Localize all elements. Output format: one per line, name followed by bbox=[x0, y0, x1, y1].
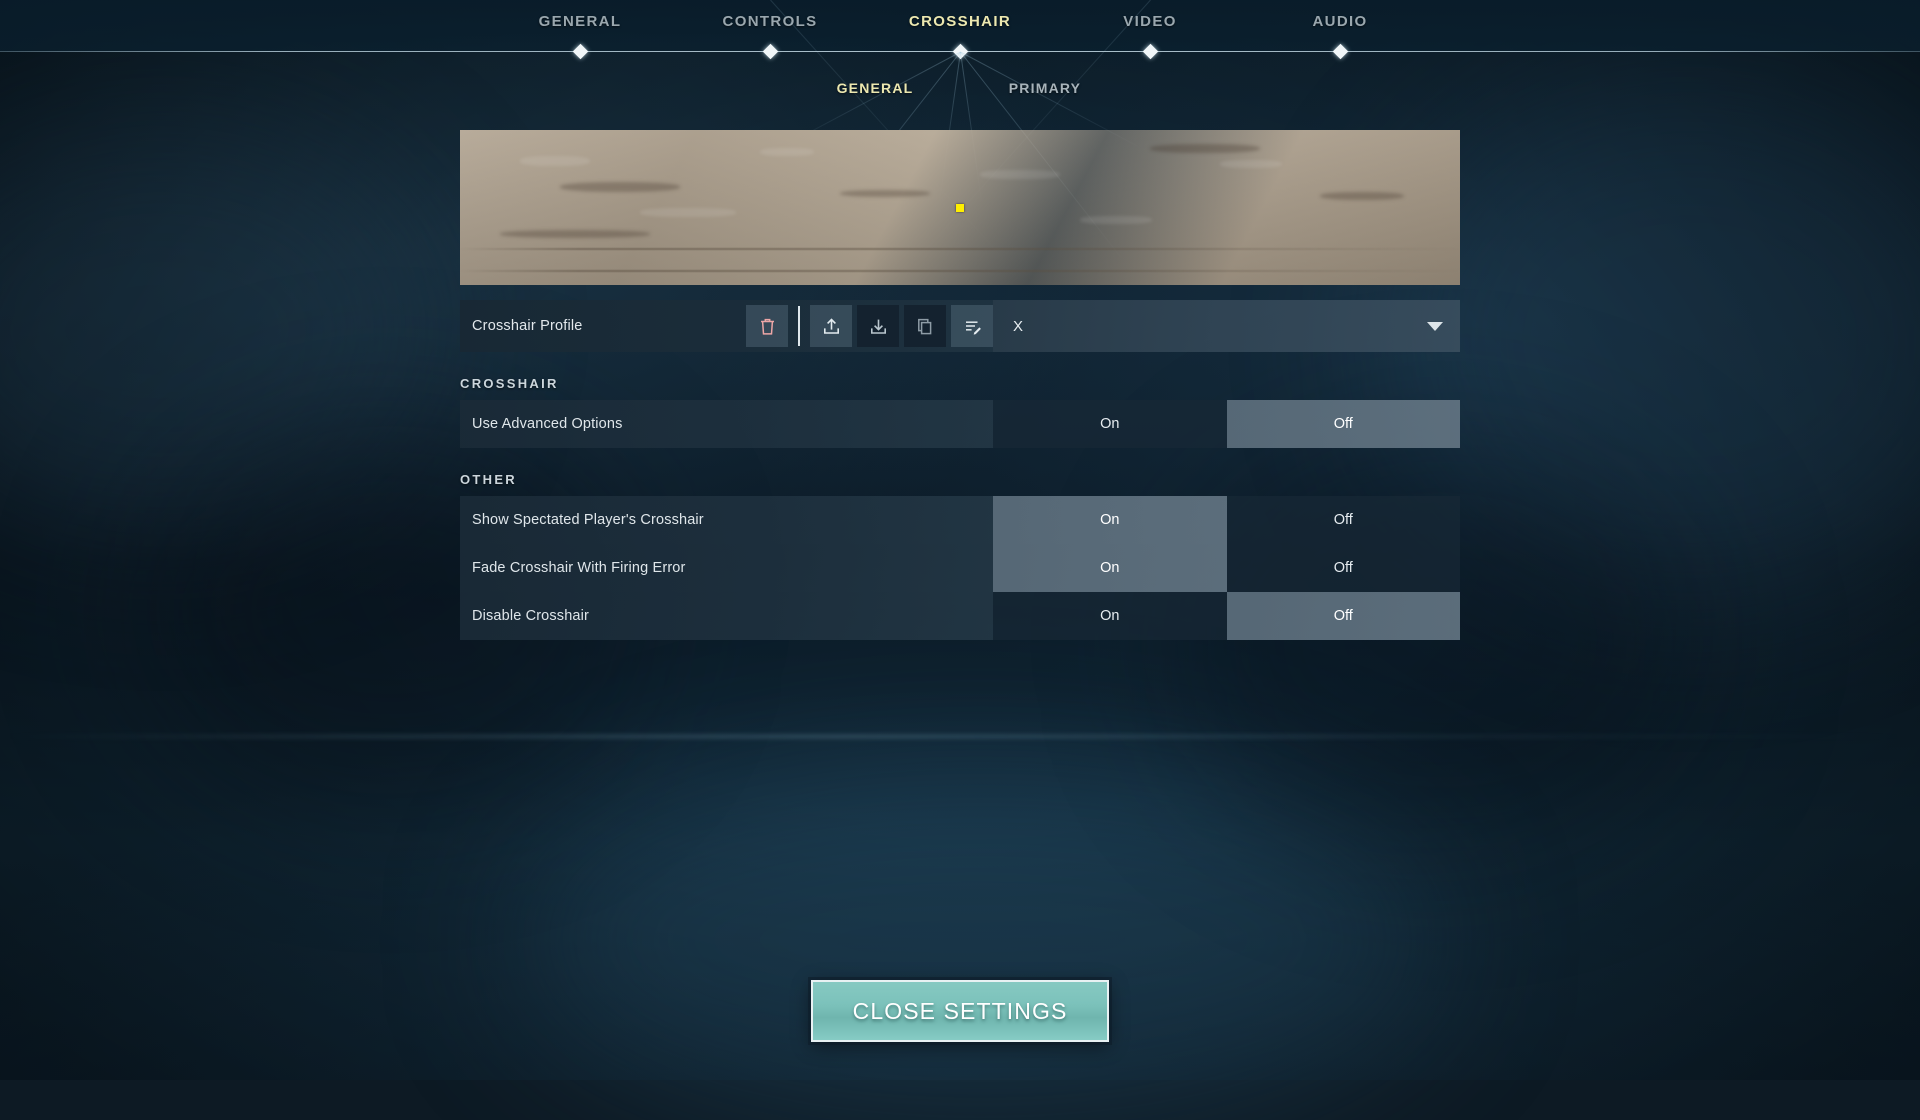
crosshair-profile-row: Crosshair Profile bbox=[460, 300, 1460, 352]
wall-texture-chip bbox=[760, 148, 814, 156]
crosshair-profile-select[interactable]: X bbox=[993, 300, 1460, 352]
tab-video[interactable]: VIDEO bbox=[1055, 13, 1245, 30]
setting-row: Use Advanced OptionsOnOff bbox=[460, 400, 1460, 448]
download-icon bbox=[869, 317, 888, 336]
bg-glow-right bbox=[1380, 80, 1920, 600]
setting-label: Use Advanced Options bbox=[460, 400, 993, 448]
chevron-down-icon bbox=[1427, 322, 1443, 331]
wall-texture-chip bbox=[520, 156, 590, 166]
section-header-other: OTHER bbox=[460, 472, 1460, 487]
wall-shadow-chip bbox=[560, 182, 680, 192]
wall-texture-chip bbox=[1220, 160, 1282, 168]
profile-selected-value: X bbox=[1013, 318, 1023, 335]
toggle-option-on[interactable]: On bbox=[993, 592, 1227, 640]
setting-row: Fade Crosshair With Firing ErrorOnOff bbox=[460, 544, 1460, 592]
main-tab-list: GENERALCONTROLSCROSSHAIRVIDEOAUDIO bbox=[0, 13, 1920, 30]
toggle-option-off[interactable]: Off bbox=[1227, 544, 1461, 592]
wall-seam bbox=[460, 248, 1460, 250]
tab-audio[interactable]: AUDIO bbox=[1245, 13, 1435, 30]
toggle-option-on[interactable]: On bbox=[993, 400, 1227, 448]
upload-profile-button[interactable] bbox=[810, 305, 852, 347]
setting-label: Show Spectated Player's Crosshair bbox=[460, 496, 993, 544]
profile-icon-toolbar bbox=[746, 300, 993, 352]
upload-icon bbox=[822, 317, 841, 336]
crosshair-dot bbox=[956, 204, 964, 212]
setting-row: Show Spectated Player's CrosshairOnOff bbox=[460, 496, 1460, 544]
subtab-general[interactable]: GENERAL bbox=[790, 80, 960, 96]
rename-icon bbox=[963, 317, 982, 336]
toggle-option-on[interactable]: On bbox=[993, 496, 1227, 544]
delete-icon bbox=[759, 317, 776, 336]
settings-content: Crosshair Profile bbox=[460, 130, 1460, 640]
sub-tab-list: GENERALPRIMARY bbox=[0, 80, 1920, 96]
bg-glow-bottom bbox=[520, 760, 1440, 1120]
close-settings-button[interactable]: CLOSE SETTINGS bbox=[811, 980, 1109, 1042]
copy-profile-button[interactable] bbox=[904, 305, 946, 347]
subtab-primary[interactable]: PRIMARY bbox=[960, 80, 1130, 96]
wall-shadow-chip bbox=[840, 190, 930, 197]
toggle-option-off[interactable]: Off bbox=[1227, 400, 1461, 448]
profile-label: Crosshair Profile bbox=[472, 318, 583, 334]
wall-texture-chip bbox=[1080, 216, 1152, 224]
rename-profile-button[interactable] bbox=[951, 305, 993, 347]
setting-label: Disable Crosshair bbox=[460, 592, 993, 640]
wall-texture-chip bbox=[980, 170, 1060, 179]
wall-texture-chip bbox=[640, 208, 736, 217]
wall-shadow-chip bbox=[1320, 192, 1404, 200]
crosshair-preview bbox=[460, 130, 1460, 285]
copy-icon bbox=[916, 317, 935, 336]
wall-shadow-chip bbox=[500, 230, 650, 238]
bg-glow-left bbox=[0, 120, 440, 540]
wall-shadow-chip bbox=[1150, 144, 1260, 153]
section-header-crosshair: CROSSHAIR bbox=[460, 376, 1460, 391]
toggle-option-on[interactable]: On bbox=[993, 544, 1227, 592]
tab-general[interactable]: GENERAL bbox=[485, 13, 675, 30]
download-profile-button[interactable] bbox=[857, 305, 899, 347]
wall-seam bbox=[460, 270, 1460, 272]
close-settings-label: CLOSE SETTINGS bbox=[853, 998, 1068, 1025]
setting-row: Disable CrosshairOnOff bbox=[460, 592, 1460, 640]
tab-controls[interactable]: CONTROLS bbox=[675, 13, 865, 30]
toggle-option-off[interactable]: Off bbox=[1227, 496, 1461, 544]
delete-profile-button[interactable] bbox=[746, 305, 788, 347]
setting-label: Fade Crosshair With Firing Error bbox=[460, 544, 993, 592]
toggle-option-off[interactable]: Off bbox=[1227, 592, 1461, 640]
footer-bar: CLOSE SETTINGS bbox=[0, 980, 1920, 1042]
profile-label-panel: Crosshair Profile bbox=[460, 300, 993, 352]
toolbar-divider bbox=[798, 306, 800, 346]
bg-horizon-line bbox=[0, 735, 1920, 738]
tab-crosshair[interactable]: CROSSHAIR bbox=[865, 13, 1055, 30]
settings-sections: CROSSHAIRUse Advanced OptionsOnOffOTHERS… bbox=[460, 376, 1460, 640]
